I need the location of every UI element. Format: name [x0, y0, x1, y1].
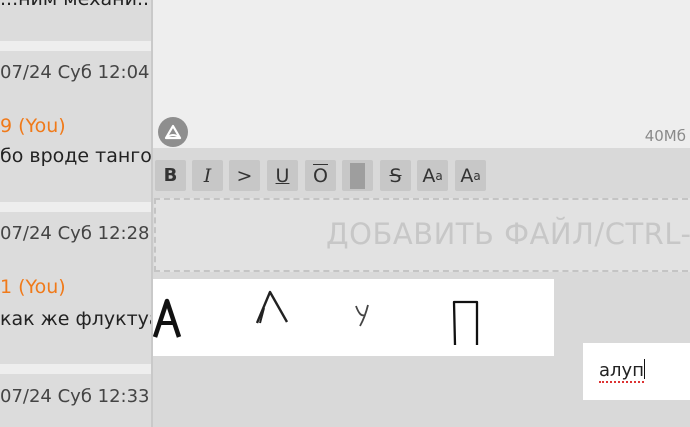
- captcha-glyph-u: [355, 304, 369, 327]
- subscript-button[interactable]: Aa: [455, 160, 486, 191]
- thread-column: ...ним механи... 07/24 Суб 12:04 9 (You)…: [0, 0, 152, 427]
- captcha-glyph-a: [152, 298, 182, 338]
- captcha-glyphs: [152, 290, 479, 346]
- underline-label: U: [275, 164, 290, 187]
- italic-button[interactable]: I: [192, 160, 223, 191]
- underline-button[interactable]: U: [267, 160, 298, 191]
- superscript-button[interactable]: Aa: [417, 160, 448, 191]
- captcha-input[interactable]: алуп: [583, 343, 690, 400]
- post-separator: [0, 202, 152, 212]
- post-text-partial: ...ним механи...: [0, 0, 152, 10]
- post-text: как же флуктуа: [0, 308, 152, 330]
- superscript-mark: a: [435, 168, 443, 183]
- captcha-glyph-p: [452, 300, 479, 346]
- spoiler-button[interactable]: [342, 160, 373, 191]
- quote-button[interactable]: >: [229, 160, 260, 191]
- post-separator: [0, 364, 152, 374]
- post-author[interactable]: 1 (You): [0, 276, 66, 298]
- site-logo-icon: [158, 117, 188, 147]
- subscript-mark: a: [473, 168, 481, 183]
- bold-button[interactable]: B: [155, 160, 186, 191]
- superscript-base: A: [422, 164, 436, 187]
- post-text: бо вроде танго: [0, 145, 152, 167]
- strikethrough-label: S: [389, 164, 402, 187]
- post-date: 07/24 Суб 12:04: [0, 62, 150, 83]
- overline-label: O: [313, 164, 328, 187]
- overline-button[interactable]: O: [305, 160, 336, 191]
- message-textarea[interactable]: [153, 0, 690, 148]
- post-author[interactable]: 9 (You): [0, 115, 66, 137]
- strikethrough-button[interactable]: S: [380, 160, 411, 191]
- captcha-image[interactable]: [152, 279, 554, 356]
- text-caret: [643, 359, 645, 379]
- captcha-glyph-l: [255, 290, 289, 324]
- dropzone-label: ДОБАВИТЬ ФАЙЛ/CTRL-V: [326, 217, 690, 251]
- subscript-base: A: [460, 164, 474, 187]
- post-date: 07/24 Суб 12:28: [0, 223, 150, 244]
- post-date: 07/24 Суб 12:33: [0, 386, 150, 407]
- file-size-counter: 40Мб: [644, 127, 686, 145]
- spoiler-icon: [350, 162, 365, 189]
- post-separator: [0, 41, 152, 51]
- captcha-input-value: алуп: [599, 360, 644, 383]
